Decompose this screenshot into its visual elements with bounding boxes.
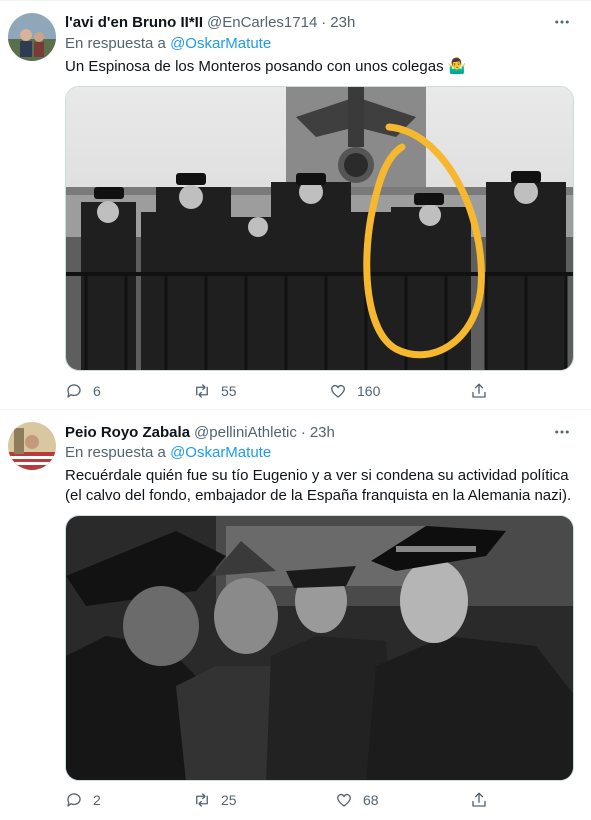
retweet-button[interactable]: 25 bbox=[193, 790, 237, 810]
reply-context: En respuesta a @OskarMatute bbox=[65, 444, 271, 461]
heart-icon bbox=[336, 793, 352, 807]
retweet-icon bbox=[196, 793, 208, 807]
retweet-count: 55 bbox=[221, 383, 237, 399]
more-options-icon[interactable] bbox=[551, 422, 573, 442]
like-button[interactable]: 68 bbox=[335, 790, 379, 810]
separator-dot: · bbox=[321, 13, 327, 31]
share-button[interactable] bbox=[470, 790, 488, 810]
more-options-icon[interactable] bbox=[551, 12, 573, 32]
heart-icon bbox=[330, 384, 346, 398]
timestamp[interactable]: 23h bbox=[330, 14, 355, 31]
reply-to-link[interactable]: @OskarMatute bbox=[170, 444, 271, 461]
reply-icon bbox=[67, 384, 81, 398]
tweet-actions: 6 55 160 bbox=[65, 381, 525, 401]
reply-icon bbox=[67, 793, 81, 807]
tweet-image[interactable] bbox=[65, 86, 574, 371]
reply-button[interactable]: 2 bbox=[65, 790, 101, 810]
retweet-count: 25 bbox=[221, 792, 237, 808]
reply-count: 2 bbox=[93, 792, 101, 808]
like-count: 68 bbox=[363, 792, 379, 808]
like-button[interactable]: 160 bbox=[329, 381, 380, 401]
reply-to-link[interactable]: @OskarMatute bbox=[170, 35, 271, 52]
tweet[interactable]: l'avi d'en Bruno II*II @EnCarles1714 · 2… bbox=[0, 0, 591, 410]
retweet-icon bbox=[196, 384, 208, 398]
like-count: 160 bbox=[357, 383, 381, 399]
tweet-text: Un Espinosa de los Monteros posando con … bbox=[65, 58, 467, 75]
tweet-image[interactable] bbox=[65, 515, 574, 781]
share-button[interactable] bbox=[470, 381, 488, 401]
share-icon bbox=[472, 383, 486, 398]
reply-prefix: En respuesta a bbox=[65, 444, 166, 461]
avatar[interactable] bbox=[8, 13, 56, 61]
user-handle[interactable]: @EnCarles1714 bbox=[207, 14, 317, 31]
avatar[interactable] bbox=[8, 422, 56, 470]
tweet-header: Peio Royo Zabala @pelliniAthletic · 23h bbox=[65, 422, 335, 442]
reply-prefix: En respuesta a bbox=[65, 35, 166, 52]
tweet-actions: 2 25 68 bbox=[65, 790, 525, 810]
share-icon bbox=[472, 792, 486, 807]
reply-button[interactable]: 6 bbox=[65, 381, 101, 401]
reply-count: 6 bbox=[93, 383, 101, 399]
display-name[interactable]: Peio Royo Zabala bbox=[65, 424, 190, 441]
timestamp[interactable]: 23h bbox=[310, 424, 335, 441]
user-handle[interactable]: @pelliniAthletic bbox=[194, 424, 297, 441]
tweet-header: l'avi d'en Bruno II*II @EnCarles1714 · 2… bbox=[65, 12, 355, 32]
reply-context: En respuesta a @OskarMatute bbox=[65, 35, 271, 52]
tweet-text: Recuérdale quién fue su tío Eugenio y a … bbox=[65, 467, 572, 504]
separator-dot: · bbox=[300, 423, 306, 441]
display-name[interactable]: l'avi d'en Bruno II*II bbox=[65, 14, 203, 31]
tweet[interactable]: Peio Royo Zabala @pelliniAthletic · 23h … bbox=[0, 411, 591, 820]
retweet-button[interactable]: 55 bbox=[193, 381, 237, 401]
